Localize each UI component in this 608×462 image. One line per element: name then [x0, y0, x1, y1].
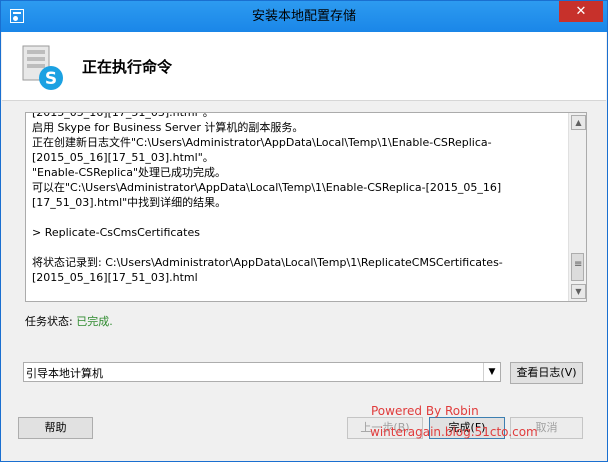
wizard-header: S 正在执行命令: [2, 32, 606, 101]
log-line: 可以在"C:\Users\Administrator\AppData\Local…: [32, 181, 502, 194]
task-status-label: 任务状态:: [25, 315, 73, 328]
log-line: 将状态记录到: C:\Users\Administrator\AppData\L…: [32, 256, 503, 269]
log-text: [2015_05_16][17_51_03].html"。启用 Skype fo…: [32, 112, 568, 285]
step-select[interactable]: 引导本地计算机 ▼: [23, 362, 501, 382]
task-status: 任务状态: 已完成.: [25, 313, 113, 329]
command-log[interactable]: [2015_05_16][17_51_03].html"。启用 Skype fo…: [25, 112, 587, 302]
chevron-down-icon[interactable]: ▼: [483, 363, 500, 381]
log-line: [2015_05_16][17_51_03].html"。: [32, 151, 214, 164]
log-line: 正在创建新日志文件"C:\Users\Administrator\AppData…: [32, 136, 492, 149]
dialog-window: 安装本地配置存储 ✕ S 正在执行命令 [2015_05_16][17_51_0…: [0, 0, 608, 462]
log-line: [2015_05_16][17_51_03].html: [32, 271, 198, 284]
watermark-line1: Powered By Robin: [371, 404, 479, 418]
scroll-down-icon[interactable]: ▼: [571, 284, 586, 299]
scroll-thumb[interactable]: [571, 253, 584, 281]
title-bar[interactable]: 安装本地配置存储 ✕: [1, 1, 607, 32]
log-line: 启用 Skype for Business Server 计算机的副本服务。: [32, 121, 304, 134]
help-button[interactable]: 帮助: [18, 417, 93, 439]
skype-server-icon: S: [22, 45, 63, 90]
window-title: 安装本地配置存储: [251, 9, 356, 24]
svg-text:S: S: [45, 69, 57, 89]
watermark-line2: winteragain.blog.51cto.com: [370, 425, 538, 439]
log-line: > Replicate-CsCmsCertificates: [32, 226, 200, 239]
scroll-up-icon[interactable]: ▲: [571, 115, 586, 130]
page-title: 正在执行命令: [82, 58, 173, 76]
log-scrollbar[interactable]: ▲ ▼: [568, 113, 586, 301]
step-select-value: 引导本地计算机: [26, 367, 103, 380]
view-log-button[interactable]: 查看日志(V): [510, 362, 583, 384]
task-status-value: 已完成.: [76, 315, 113, 328]
close-button[interactable]: ✕: [559, 1, 603, 22]
log-line: "Enable-CSReplica"处理已成功完成。: [32, 166, 227, 179]
close-icon: ✕: [575, 4, 587, 19]
log-line: [2015_05_16][17_51_03].html"。: [32, 112, 214, 119]
log-line: [17_51_03].html"中找到详细的结果。: [32, 196, 227, 209]
